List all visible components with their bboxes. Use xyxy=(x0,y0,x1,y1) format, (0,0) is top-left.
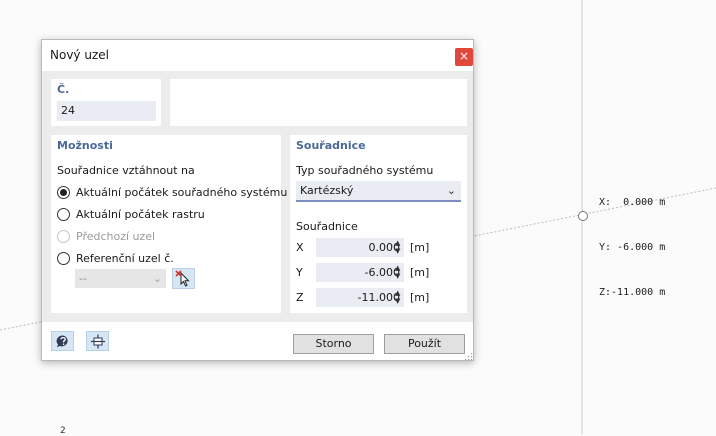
axis-label-x: X xyxy=(296,241,304,254)
help-icon xyxy=(56,335,68,348)
coordinates-values-label: Souřadnice xyxy=(296,220,358,233)
radio-reference-node[interactable]: Referenční uzel č. xyxy=(57,250,174,266)
pick-node-icon xyxy=(175,270,190,287)
radio-previous-node: Předchozí uzel xyxy=(57,228,155,244)
y-coordinate-spinner[interactable]: ▲ ▼ xyxy=(394,263,404,282)
radio-label: Referenční uzel č. xyxy=(76,251,174,265)
x-unit: [m] xyxy=(410,241,430,254)
number-label: Č. xyxy=(57,83,70,96)
z-coordinate-input[interactable]: -11.000 xyxy=(316,288,404,307)
new-node-dialog: Nový uzel × Č. 24 Možnosti Souřadnice vz… xyxy=(41,39,474,361)
radio-button xyxy=(57,229,70,243)
y-coordinate-input[interactable]: -6.000 xyxy=(316,263,404,282)
radio-label: Aktuální počátek souřadného systému xyxy=(76,185,288,199)
coordinates-panel: Souřadnice Typ souřadného systému Kartéz… xyxy=(290,135,467,313)
radio-button[interactable] xyxy=(57,207,70,221)
chevron-down-icon: ⌄ xyxy=(152,272,162,285)
description-panel[interactable] xyxy=(170,79,467,126)
dialog-titlebar[interactable]: Nový uzel × xyxy=(42,40,473,71)
radio-label: Předchozí uzel xyxy=(76,229,156,243)
cancel-button[interactable]: Storno xyxy=(293,334,374,354)
number-panel: Č. 24 xyxy=(51,79,161,126)
apply-button[interactable]: Použít xyxy=(384,334,465,354)
radio-button[interactable] xyxy=(57,185,70,199)
z-coordinate-spinner[interactable]: ▲ ▼ xyxy=(394,288,404,307)
dialog-title: Nový uzel xyxy=(50,48,109,62)
spin-down-icon[interactable]: ▼ xyxy=(395,298,400,305)
y-unit: [m] xyxy=(410,266,430,279)
spin-up-icon[interactable]: ▲ xyxy=(395,240,400,247)
snap-icon xyxy=(91,334,105,349)
coordinates-title: Souřadnice xyxy=(296,139,366,152)
readout-x: X: 0.000 m xyxy=(599,197,666,208)
radio-grid-origin[interactable]: Aktuální počátek rastru xyxy=(57,206,205,222)
reference-node-value: -- xyxy=(79,272,87,285)
coordinate-system-value: Kartézský xyxy=(300,184,354,197)
z-unit: [m] xyxy=(410,291,430,304)
axis-label-y: Y xyxy=(296,266,303,279)
options-panel: Možnosti Souřadnice vztáhnout na Aktuáln… xyxy=(51,135,287,313)
node-cursor-marker xyxy=(578,211,588,221)
options-title: Možnosti xyxy=(57,139,113,152)
dialog-button-bar: Storno Použít xyxy=(42,322,473,360)
spin-up-icon[interactable]: ▲ xyxy=(395,265,400,272)
readout-y: Y: -6.000 m xyxy=(599,242,666,253)
radio-label: Aktuální počátek rastru xyxy=(76,207,205,221)
radio-button[interactable] xyxy=(57,251,70,265)
readout-z: Z:-11.000 m xyxy=(599,287,666,298)
spin-down-icon[interactable]: ▼ xyxy=(395,273,400,280)
cursor-coordinate-readout: X: 0.000 m Y: -6.000 m Z:-11.000 m xyxy=(599,165,665,315)
reference-node-select: -- ⌄ xyxy=(75,269,166,288)
node-number-input[interactable]: 24 xyxy=(57,101,156,121)
pick-node-button[interactable] xyxy=(172,268,195,289)
snap-button[interactable] xyxy=(86,331,109,351)
close-button[interactable]: × xyxy=(455,48,473,66)
axis-label-z: Z xyxy=(296,291,304,304)
x-coordinate-spinner[interactable]: ▲ ▼ xyxy=(394,238,404,257)
spin-up-icon[interactable]: ▲ xyxy=(395,290,400,297)
x-coordinate-input[interactable]: 0.000 xyxy=(316,238,404,257)
coordinate-system-label: Typ souřadného systému xyxy=(296,164,434,177)
coordinate-system-select[interactable]: Kartézský ⌄ xyxy=(296,181,461,202)
help-button[interactable] xyxy=(51,331,74,351)
reference-heading: Souřadnice vztáhnout na xyxy=(57,164,195,177)
resize-grip-icon[interactable] xyxy=(464,352,473,361)
spin-down-icon[interactable]: ▼ xyxy=(395,248,400,255)
chevron-down-icon: ⌄ xyxy=(446,184,456,197)
radio-coordinate-system-origin[interactable]: Aktuální počátek souřadného systému xyxy=(57,184,287,200)
